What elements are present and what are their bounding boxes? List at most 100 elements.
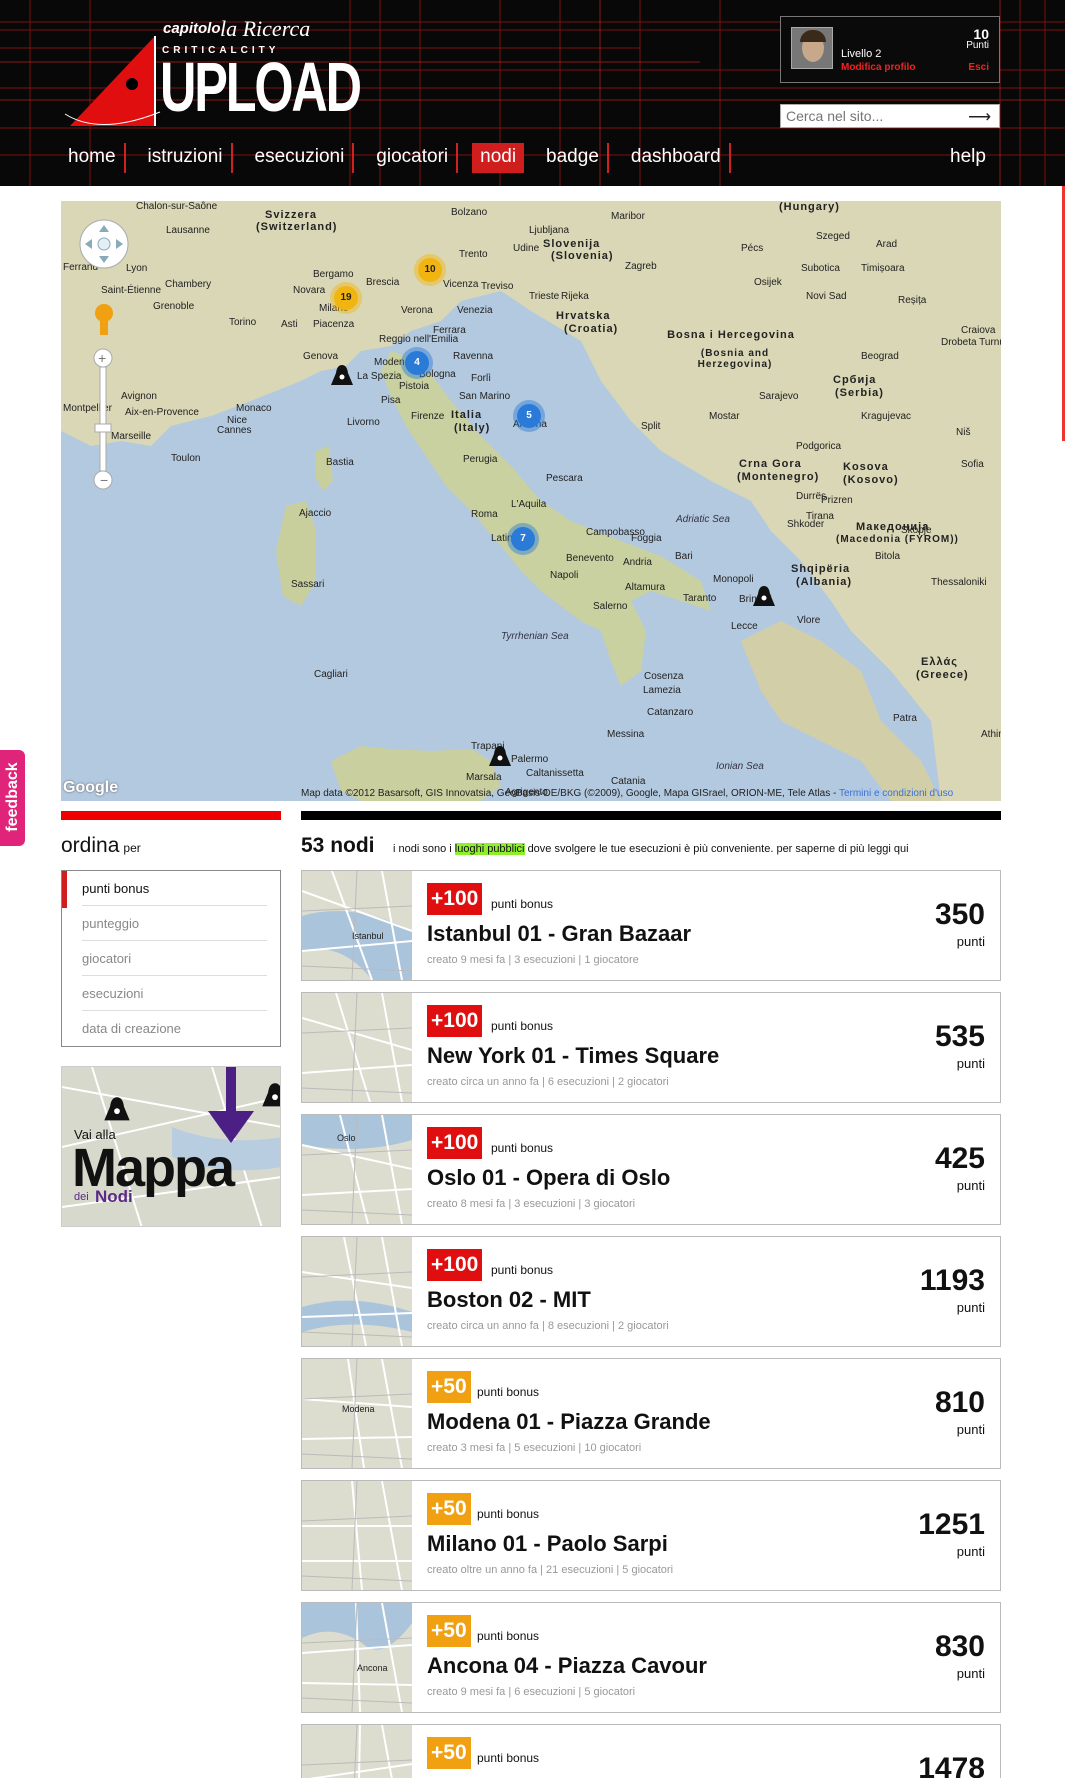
map-promo-banner[interactable]: Vai alla Mappa dei Nodi [61,1066,281,1227]
node-map-thumbnail[interactable] [302,1481,412,1590]
feedback-tab[interactable]: feedback [0,750,25,846]
sort-option-data-creazione[interactable]: data di creazione [82,1011,267,1046]
node-card[interactable]: Modena +50 punti bonus Modena 01 - Piazza G… [301,1358,1001,1469]
sort-option-punteggio[interactable]: punteggio [82,906,267,941]
site-logo[interactable]: capitolo la Ricerca CRITICALCITY UPLOAD [60,16,362,136]
edit-profile-link[interactable]: Modifica profilo [841,62,915,73]
map-node-pin-icon[interactable] [487,744,513,770]
node-map-thumbnail[interactable]: Oslo [302,1115,412,1224]
nav-giocatori[interactable]: giocatori [368,143,459,173]
node-card[interactable]: +100 punti bonus Boston 02 - MIT creato cir… [301,1236,1001,1347]
map-city: Sarajevo [759,391,799,402]
map-country-label: (Serbia) [835,387,884,399]
node-card[interactable]: Oslo +100 punti bonus Oslo 01 - Opera di Os… [301,1114,1001,1225]
node-map-thumbnail[interactable]: Istanbul [302,871,412,980]
map-city: Torino [229,317,257,328]
map-country-label: (Hungary) [779,201,840,213]
search-submit-arrow-icon[interactable]: ⟶ [968,107,991,127]
node-meta: creato oltre un anno fa | 21 esecuzioni … [427,1564,674,1576]
node-meta: creato 3 mesi fa | 5 esecuzioni | 10 gio… [427,1442,642,1454]
sort-option-esecuzioni[interactable]: esecuzioni [82,976,267,1011]
nodes-intro: i nodi sono i luoghi pubblici dove svolg… [393,843,909,855]
bonus-badge: +50 [427,1615,471,1647]
node-map-thumbnail[interactable]: Ancona [302,1603,412,1712]
node-points: 830 [934,1630,985,1663]
map-city: La Spezia [357,371,402,382]
node-title[interactable]: Milano 01 - Paolo Sarpi [427,1531,668,1557]
nav-nodi[interactable]: nodi [472,143,525,173]
map-city: San Marino [459,391,511,402]
svg-text:−: − [100,472,108,488]
node-title[interactable]: Oslo 01 - Opera di Oslo [427,1165,670,1191]
map-city: Piacenza [313,319,355,330]
node-points: 1193 [919,1264,985,1297]
map-node-pin-icon[interactable] [751,584,777,610]
map-pan-zoom-icon[interactable]: + − [79,219,133,509]
node-card[interactable]: +50 punti bonus Milano 01 - Paolo Sarpi cre… [301,1480,1001,1591]
map-node-pin-icon[interactable] [329,363,355,389]
nav-esecuzioni[interactable]: esecuzioni [247,143,355,173]
map-country-label: Svizzera [265,209,318,221]
map-sea-label: Ionian Sea [716,761,764,772]
map-city: Bari [675,551,693,562]
node-card[interactable]: +100 punti bonus New York 01 - Times Squar… [301,992,1001,1103]
logout-link[interactable]: Esci [968,62,989,73]
logo-triangle-icon [64,36,161,126]
site-header: capitolo la Ricerca CRITICALCITY UPLOAD … [0,0,1065,186]
nav-home[interactable]: home [60,143,126,173]
nav-help[interactable]: help [950,146,986,168]
map-cluster[interactable]: 19 [334,286,358,310]
map-city: Monopoli [713,574,754,585]
map-cluster[interactable]: 5 [517,404,541,428]
sort-option-punti-bonus[interactable]: punti bonus [82,871,267,906]
nav-dashboard[interactable]: dashboard [623,143,731,173]
map-city: Venezia [457,305,493,316]
map-city: Catanzaro [647,707,694,718]
bonus-label: punti bonus [477,1507,540,1521]
node-title[interactable]: Istanbul 01 - Gran Bazaar [427,921,691,947]
luoghi-pubblici-link[interactable]: luoghi pubblici [454,843,525,855]
node-map-thumbnail[interactable] [302,993,412,1102]
map-city: Kragujevac [861,411,912,422]
node-title[interactable]: Modena 01 - Piazza Grande [427,1409,711,1435]
nodes-map[interactable]: Svizzera (Switzerland) (Hungary) Sloveni… [61,201,1001,801]
map-city: Aix-en-Provence [125,407,199,418]
map-city: L'Aquila [511,499,547,510]
map-cluster[interactable]: 4 [405,351,429,375]
map-city: Trento [459,249,488,260]
map-city: Novara [293,285,326,296]
nav-istruzioni[interactable]: istruzioni [140,143,233,173]
map-terms-link[interactable]: Termini e condizioni d'uso [839,788,953,799]
search-input[interactable] [781,105,951,127]
sort-option-giocatori[interactable]: giocatori [82,941,267,976]
node-card[interactable]: Ancona +50 punti bonus Ancona 04 - Piazza C… [301,1602,1001,1713]
node-title[interactable]: New York 01 - Times Square [427,1043,719,1069]
node-points-label: punti [956,1178,985,1193]
avatar[interactable] [791,27,833,69]
map-city: Thessaloniki [931,577,987,588]
bonus-badge: +50 [427,1493,471,1525]
map-city: Livorno [347,417,380,428]
node-map-thumbnail[interactable] [302,1237,412,1346]
map-city: Prizren [821,495,853,506]
node-points: 350 [934,898,985,931]
map-city: Beograd [861,351,899,362]
map-cluster[interactable]: 10 [418,258,442,282]
node-card[interactable]: Istanbul +100 punti bonus Istanbul 01 - Gra… [301,870,1001,981]
map-city: Patra [893,713,917,724]
user-points-label: Punti [966,40,989,51]
node-card[interactable]: +50 punti bonus 1478 [301,1724,1001,1778]
node-title[interactable]: Ancona 04 - Piazza Cavour [427,1653,707,1679]
node-map-thumbnail[interactable]: Modena [302,1359,412,1468]
node-points-label: punti [956,934,985,949]
map-city: Altamura [625,582,666,593]
map-country-label: Bosna i Hercegovina [667,329,795,341]
map-country-label: (Greece) [916,669,969,681]
node-map-thumbnail[interactable] [302,1725,412,1778]
nav-badge[interactable]: badge [538,143,609,173]
map-country-label: Italia [451,409,483,421]
node-points-label: punti [956,1666,985,1681]
node-title[interactable]: Boston 02 - MIT [427,1287,591,1313]
map-cluster[interactable]: 7 [511,527,535,551]
sort-section-bar [61,811,281,820]
